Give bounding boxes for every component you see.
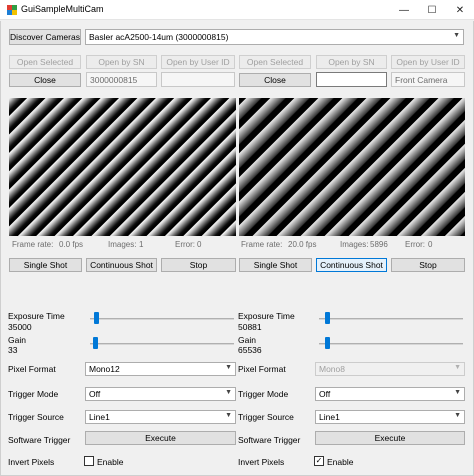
cam1-stop-button[interactable]: Stop: [161, 258, 236, 272]
cam2-image-view: [239, 98, 465, 236]
device-select-value: Basler acA2500-14um (3000000815): [89, 32, 229, 42]
cam2-invert-checkbox[interactable]: ✓: [314, 456, 324, 466]
discover-cameras-button[interactable]: Discover Cameras: [9, 29, 81, 45]
cam2-invert-label: Invert Pixels: [238, 457, 285, 467]
chevron-down-icon: ▼: [454, 412, 461, 419]
cam1-gain-label: Gain: [8, 335, 26, 345]
cam2-exposure-slider-thumb[interactable]: [324, 312, 330, 324]
cam1-error-label: Error:: [175, 240, 195, 249]
chevron-down-icon: ▼: [225, 389, 232, 396]
cam2-exposure-slider[interactable]: [319, 318, 463, 320]
cam2-open-selected-button[interactable]: Open Selected: [239, 55, 311, 69]
cam2-continuous-shot-button[interactable]: Continuous Shot: [316, 258, 387, 272]
cam2-close-button[interactable]: Close: [239, 73, 311, 87]
cam2-gain-label: Gain: [238, 335, 256, 345]
cam2-execute-button[interactable]: Execute: [315, 431, 465, 445]
cam2-open-by-user-id-button[interactable]: Open by User ID: [391, 55, 465, 69]
cam2-error-value: 0: [428, 240, 433, 249]
cam1-single-shot-button[interactable]: Single Shot: [9, 258, 82, 272]
cam2-exposure-label: Exposure Time: [238, 311, 295, 321]
cam2-pixel-format-select[interactable]: Mono8 ▼: [315, 362, 465, 376]
cam1-trigger-source-label: Trigger Source: [8, 412, 64, 422]
cam2-single-shot-button[interactable]: Single Shot: [239, 258, 312, 272]
cam1-gain-slider[interactable]: [90, 343, 234, 345]
chevron-down-icon: ▼: [454, 364, 461, 371]
cam2-error-label: Error:: [405, 240, 425, 249]
cam1-trigger-source-value: Line1: [89, 412, 110, 422]
cam1-open-by-sn-button[interactable]: Open by SN: [86, 55, 157, 69]
cam1-invert-checkbox[interactable]: [84, 456, 94, 466]
cam1-gain-slider-thumb[interactable]: [92, 337, 98, 349]
checkmark-icon: ✓: [315, 456, 323, 465]
cam1-exposure-slider-thumb[interactable]: [94, 312, 100, 324]
cam2-trigger-source-value: Line1: [319, 412, 340, 422]
cam1-pixel-format-select[interactable]: Mono12 ▼: [85, 362, 236, 376]
cam1-invert-label: Invert Pixels: [8, 457, 55, 467]
cam1-gain-value: 33: [8, 345, 18, 355]
cam1-software-trigger-label: Software Trigger: [8, 435, 71, 445]
cam2-trigger-source-label: Trigger Source: [238, 412, 294, 422]
cam1-error-value: 0: [197, 240, 202, 249]
cam1-open-selected-button[interactable]: Open Selected: [9, 55, 81, 69]
cam2-user-id-field[interactable]: Front Camera: [391, 72, 465, 87]
cam1-frame-rate-label: Frame rate:: [12, 240, 54, 249]
cam2-exposure-value: 50881: [238, 322, 262, 332]
cam2-gain-value: 65536: [238, 345, 262, 355]
cam1-exposure-value: 35000: [8, 322, 32, 332]
cam1-trigger-mode-label: Trigger Mode: [8, 389, 59, 399]
cam1-pixel-format-value: Mono12: [89, 364, 120, 374]
chevron-down-icon: ▼: [454, 389, 461, 396]
cam1-trigger-mode-select[interactable]: Off ▼: [85, 387, 236, 401]
minimize-icon[interactable]: —: [390, 0, 418, 20]
cam2-images-label: Images:: [340, 240, 369, 249]
cam1-image-view: [9, 98, 236, 236]
cam1-images-label: Images:: [108, 240, 137, 249]
device-select[interactable]: Basler acA2500-14um (3000000815) ▼: [85, 29, 464, 45]
chevron-down-icon: ▼: [225, 364, 232, 371]
cam1-exposure-label: Exposure Time: [8, 311, 65, 321]
cam2-sn-field[interactable]: [316, 72, 387, 87]
maximize-icon[interactable]: ☐: [418, 0, 446, 20]
cam2-pixel-format-label: Pixel Format: [238, 364, 286, 374]
cam1-pixel-format-label: Pixel Format: [8, 364, 56, 374]
cam1-trigger-mode-value: Off: [89, 389, 101, 399]
cam1-enable-label[interactable]: Enable: [97, 457, 123, 467]
cam2-gain-slider-thumb[interactable]: [324, 337, 330, 349]
cam1-execute-button[interactable]: Execute: [85, 431, 236, 445]
cam1-open-by-user-id-button[interactable]: Open by User ID: [161, 55, 235, 69]
window-title: GuiSampleMultiCam: [21, 4, 104, 14]
cam2-trigger-mode-value: Off: [319, 389, 331, 399]
cam2-images-value: 5896: [370, 240, 388, 249]
cam1-frame-rate-value: 0.0 fps: [59, 240, 84, 249]
chevron-down-icon: ▼: [225, 412, 232, 419]
cam2-frame-rate-value: 20.0 fps: [288, 240, 317, 249]
cam2-trigger-mode-label: Trigger Mode: [238, 389, 289, 399]
app-icon: [6, 4, 18, 16]
title-bar: GuiSampleMultiCam — ☐ ✕: [0, 0, 474, 20]
cam1-close-button[interactable]: Close: [9, 73, 81, 87]
cam2-pixel-format-value: Mono8: [319, 364, 345, 374]
cam2-open-by-sn-button[interactable]: Open by SN: [316, 55, 387, 69]
cam2-trigger-mode-select[interactable]: Off ▼: [315, 387, 465, 401]
cam1-exposure-slider[interactable]: [90, 318, 234, 320]
close-window-icon[interactable]: ✕: [446, 0, 474, 20]
cam2-gain-slider[interactable]: [319, 343, 463, 345]
cam1-continuous-shot-button[interactable]: Continuous Shot: [86, 258, 157, 272]
cam2-enable-label[interactable]: Enable: [327, 457, 353, 467]
cam1-trigger-source-select[interactable]: Line1 ▼: [85, 410, 236, 424]
cam1-images-value: 1: [139, 240, 144, 249]
cam1-user-id-field[interactable]: [161, 72, 235, 87]
cam2-stop-button[interactable]: Stop: [391, 258, 465, 272]
cam1-sn-field[interactable]: 3000000815: [86, 72, 157, 87]
cam2-software-trigger-label: Software Trigger: [238, 435, 301, 445]
chevron-down-icon: ▼: [453, 32, 460, 39]
cam2-frame-rate-label: Frame rate:: [241, 240, 283, 249]
cam2-trigger-source-select[interactable]: Line1 ▼: [315, 410, 465, 424]
